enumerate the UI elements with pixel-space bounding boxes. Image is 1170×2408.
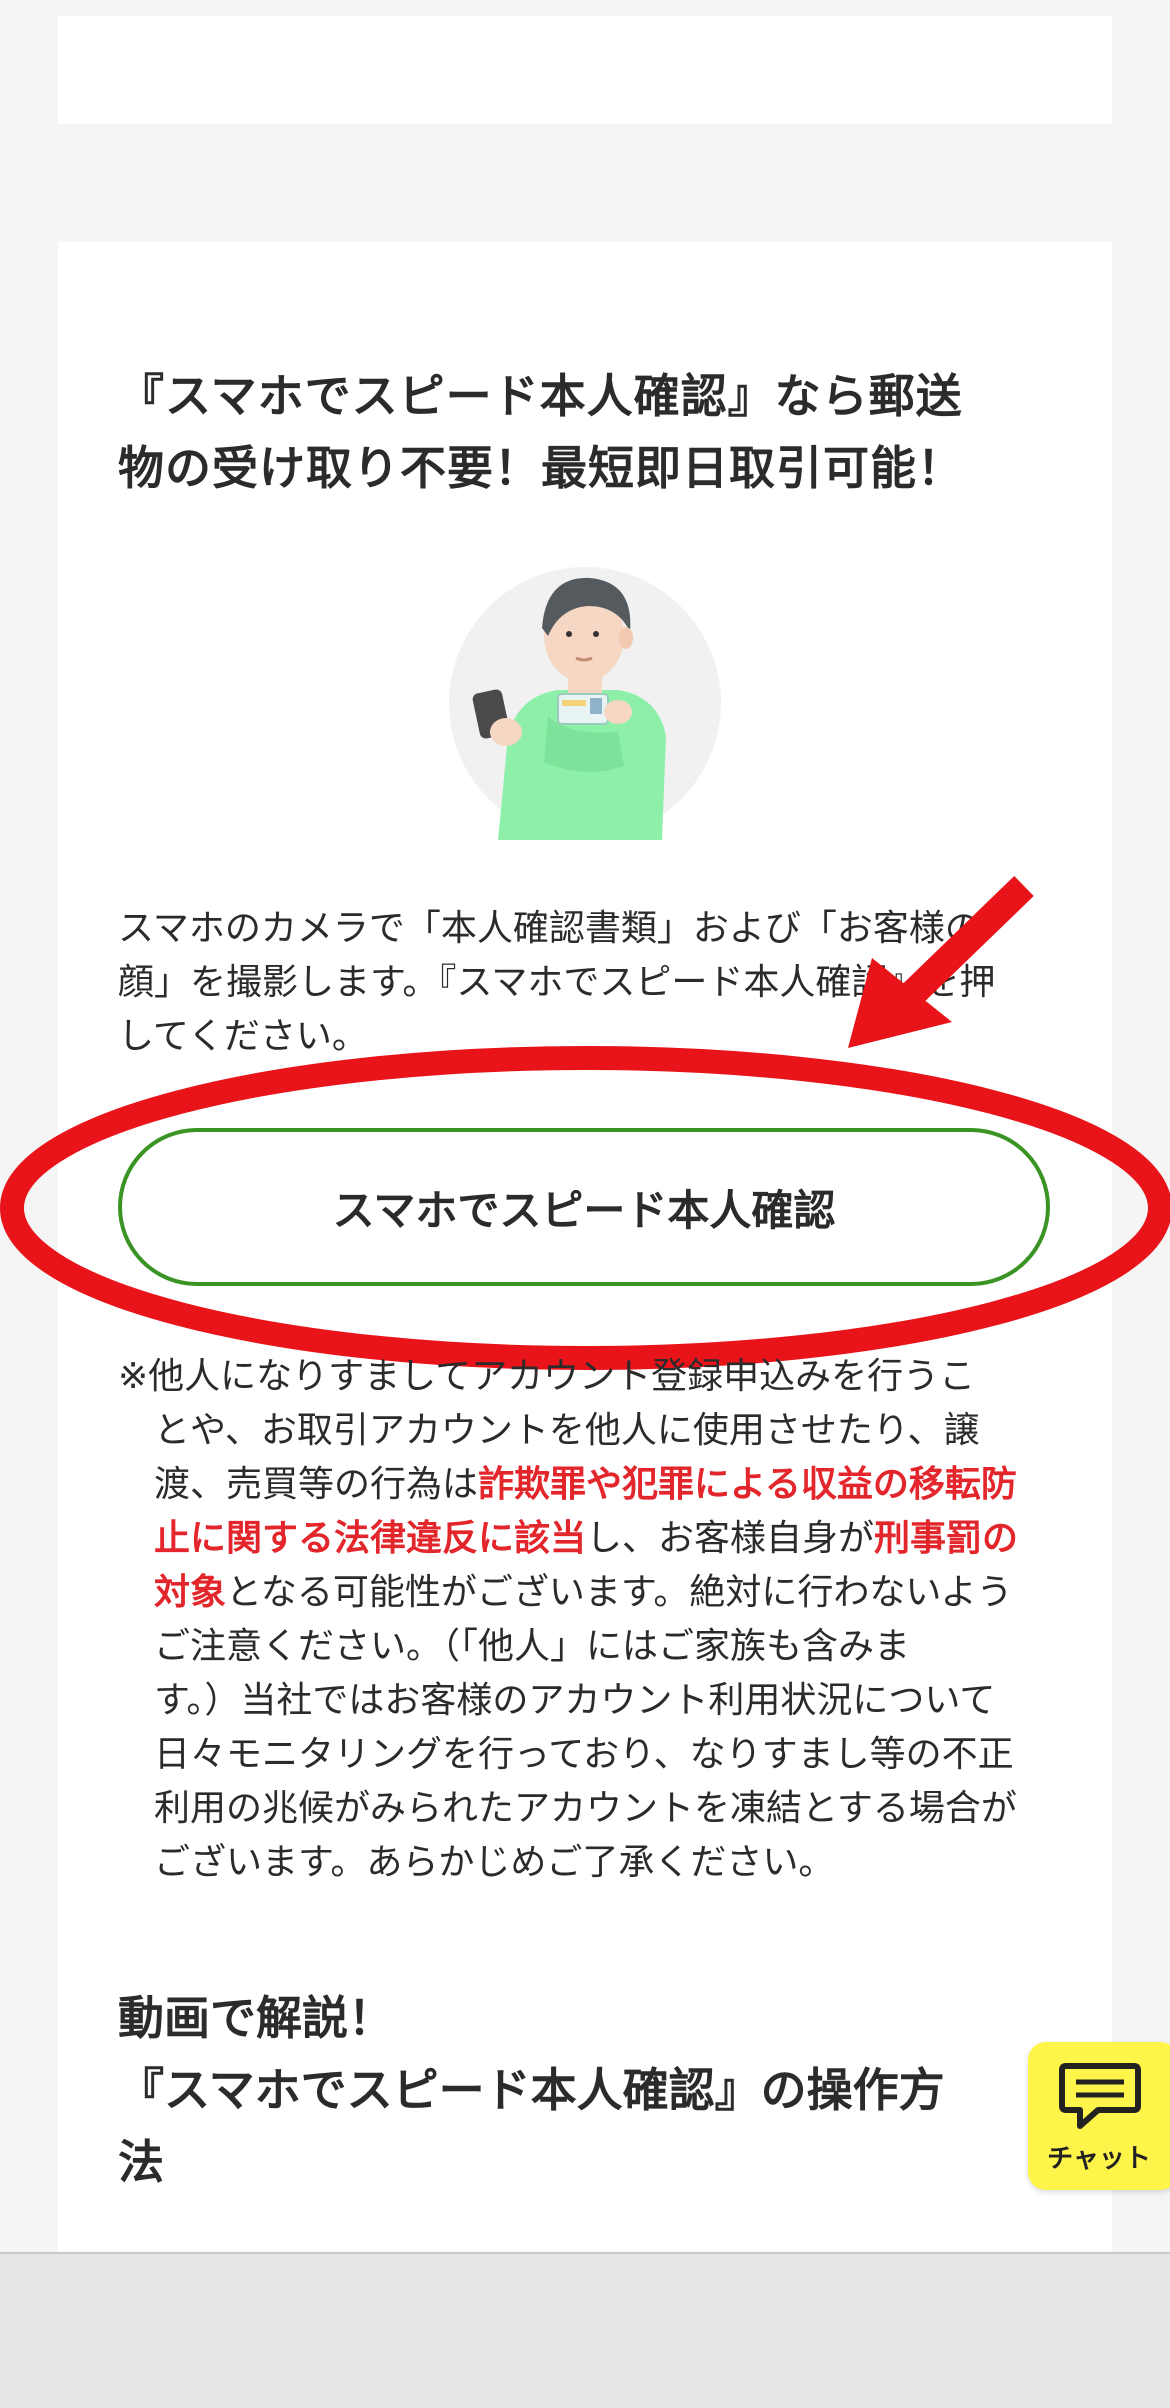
notice-line-6: ご注意ください。（「他人」にはご家族も含みま: [154, 1626, 911, 1667]
notice-highlight: 詐欺罪や犯罪による収益の移転防: [478, 1464, 1017, 1505]
notice-line-5: 対象となる可能性がございます。絶対に行わないよう: [118, 1566, 1058, 1620]
notice-line-2: とや、お取引アカウントを他人に使用させたり、譲: [154, 1410, 980, 1451]
chat-bubble-icon: [1058, 2060, 1142, 2134]
section-heading: 『スマホでスピード本人確認』なら郵送 物の受け取り不要！最短即日取引可能！: [118, 360, 1058, 504]
person-with-phone-illustration: [448, 566, 722, 840]
notice-highlight: 対象: [154, 1572, 227, 1613]
video-heading-line-2: 『スマホでスピード本人確認』の操作方: [118, 2063, 945, 2117]
notice-text: となる可能性がございます。絶対に行わないよう: [226, 1572, 1013, 1613]
section-heading-line-1: 『スマホでスピード本人確認』なら郵送: [118, 369, 963, 423]
notice-text: 渡、売買等の行為は: [154, 1464, 479, 1505]
notice-text: し、お客様自身が: [586, 1518, 875, 1559]
speed-verification-button[interactable]: スマホでスピード本人確認: [118, 1128, 1050, 1286]
description: スマホのカメラで「本人確認書類」および「お客様の 顔」を撮影します。『スマホでス…: [118, 902, 1058, 1064]
notice-highlight: 止に関する法律違反に該当: [154, 1518, 587, 1559]
notice-line-9: 利用の兆候がみられたアカウントを凍結とする場合が: [154, 1788, 1017, 1829]
notice-line-3: 渡、売買等の行為は詐欺罪や犯罪による収益の移転防: [118, 1458, 1058, 1512]
description-line-2: 顔」を撮影します。『スマホでスピード本人確認』を押: [118, 962, 996, 1003]
notice-line-4: 止に関する法律違反に該当し、お客様自身が刑事罰の: [118, 1512, 1058, 1566]
notice-line-7: す。）当社ではお客様のアカウント利用状況について: [154, 1680, 996, 1721]
top-card: [58, 16, 1112, 124]
video-heading-line-1: 動画で解説！: [118, 1991, 394, 2045]
description-line-3: してください。: [118, 1016, 368, 1057]
video-heading-line-3: 法: [118, 2135, 164, 2189]
fraud-warning-notice: ※他人になりすましてアカウント登録申込みを行うこ とや、お取引アカウントを他人に…: [118, 1350, 1058, 1890]
video-section-heading: 動画で解説！ 『スマホでスピード本人確認』の操作方 法: [118, 1982, 1058, 2198]
chat-label: チャット: [1047, 2144, 1151, 2174]
notice-line-10: ございます。あらかじめご了承ください。: [154, 1842, 835, 1883]
notice-line-8: 日々モニタリングを行っており、なりすまし等の不正: [154, 1734, 1014, 1775]
chat-button[interactable]: チャット: [1028, 2042, 1170, 2190]
description-line-1: スマホのカメラで「本人確認書類」および「お客様の: [118, 908, 981, 949]
bottom-browser-bar: [0, 2252, 1170, 2408]
notice-highlight: 刑事罰の: [874, 1518, 1019, 1559]
notice-line-1: ※他人になりすましてアカウント登録申込みを行うこ: [118, 1356, 976, 1397]
section-heading-line-2: 物の受け取り不要！最短即日取引可能！: [118, 441, 964, 495]
